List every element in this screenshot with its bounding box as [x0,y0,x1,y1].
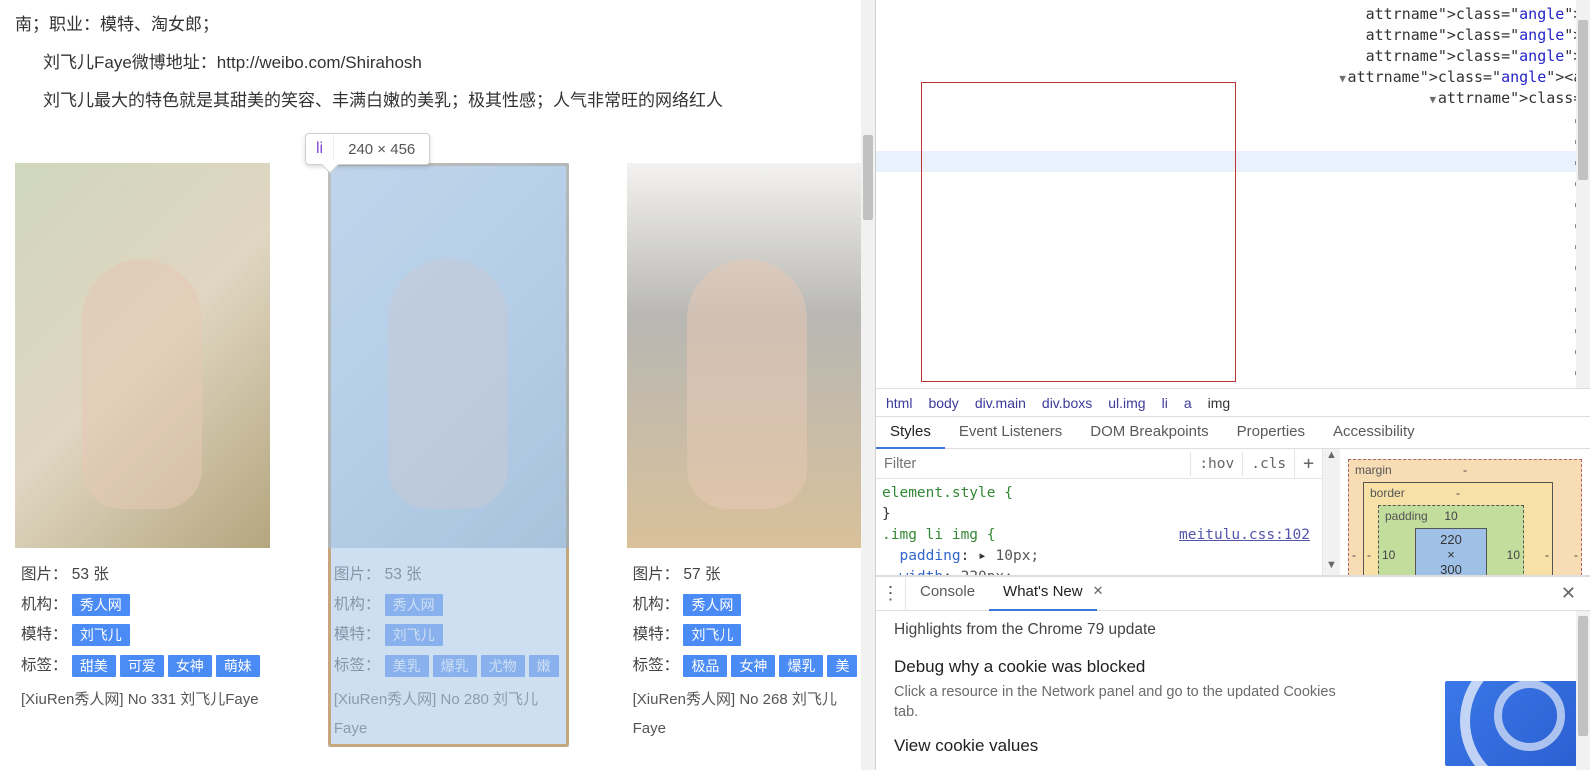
whats-new-heading[interactable]: Debug why a cookie was blocked [894,657,1572,677]
dom-node[interactable]: ▸attrname">class="angle"><attrname">clas… [876,193,1590,214]
topic-tag[interactable]: 尤物 [481,655,525,677]
box-model-content: 220 × 300 [1415,528,1487,575]
gallery-card[interactable]: 图片： 53 张机构： 秀人网模特： 刘飞儿标签： 美乳爆乳尤物嫩[XiuRen… [328,163,569,747]
tab-accessibility[interactable]: Accessibility [1319,417,1429,448]
dom-node[interactable]: ▸attrname">class="angle"><attrname">clas… [876,214,1590,235]
breadcrumb-item[interactable]: img [1208,395,1231,411]
dom-node[interactable]: ▼attrname">class="angle"><attrname">clas… [876,67,1590,88]
dom-node[interactable]: ▼attrname">class="angle"><attrname">clas… [876,88,1590,109]
dom-node[interactable]: attrname">class="angle"><attrname">class… [876,46,1590,67]
close-tab-icon[interactable]: ✕ [1089,577,1108,610]
box-model[interactable]: margin - - - border - - - padding 10 10 … [1340,449,1590,575]
dom-node[interactable]: ▸attrname">class="angle"><attrname">clas… [876,109,1590,130]
topic-tag[interactable]: 萌妹 [216,655,260,677]
topic-tag[interactable]: 可爱 [120,655,164,677]
org-tag[interactable]: 秀人网 [72,594,130,616]
drawer-menu-icon[interactable]: ⋮ [876,577,906,610]
source-link[interactable]: meitulu.css:102 [1179,525,1316,546]
org-tag[interactable]: 秀人网 [385,594,443,616]
close-drawer-icon[interactable]: ✕ [1547,577,1590,610]
tooltip-dims: 240 × 456 [334,135,429,164]
topic-tag[interactable]: 爆乳 [433,655,477,677]
breadcrumb-item[interactable]: ul.img [1108,395,1145,411]
topic-tag[interactable]: 甜美 [72,655,116,677]
tab-dom-breakpoints[interactable]: DOM Breakpoints [1076,417,1222,448]
breadcrumb-item[interactable]: div.boxs [1042,395,1092,411]
topic-tag[interactable]: 嫩 [529,655,559,677]
hov-toggle[interactable]: :hov [1190,452,1242,476]
styles-rules[interactable]: element.style { } .img li img {meitulu.c… [876,479,1322,575]
breadcrumb-item[interactable]: li [1162,395,1168,411]
page-scrollbar[interactable] [861,0,875,770]
breadcrumb-item[interactable]: div.main [975,395,1026,411]
whats-new-illustration [1445,681,1580,766]
topic-tag[interactable]: 美 [827,655,857,677]
dom-node[interactable]: ▸attrname">class="angle"><attrname">clas… [876,382,1590,388]
breadcrumb[interactable]: html body div.main div.boxs ul.img liaimg [876,388,1590,416]
styles-filter-input[interactable] [876,450,1190,478]
devtools-panel: attrname">class="angle"><attrname">class… [875,0,1590,770]
styles-tabs[interactable]: StylesEvent ListenersDOM BreakpointsProp… [876,416,1590,449]
bio-line-3: 刘飞儿最大的特色就是其甜美的笑容、丰满白嫩的美乳；极其性感；人气非常旺的网络红人 [15,84,860,118]
gallery: li 240 × 456 图片： 53 张机构： 秀人网模特： 刘飞儿标签： 甜… [15,163,860,747]
whats-new-text: Click a resource in the Network panel an… [894,683,1354,722]
whats-new-headline: Highlights from the Chrome 79 update [894,621,1572,639]
topic-tag[interactable]: 极品 [683,655,727,677]
model-tag[interactable]: 刘飞儿 [385,624,443,646]
dom-node[interactable]: ▸attrname">class="angle"><attrname">clas… [876,235,1590,256]
breadcrumb-item[interactable]: body [928,395,958,411]
tab-styles[interactable]: Styles [876,417,945,449]
gallery-card[interactable]: 图片： 57 张机构： 秀人网模特： 刘飞儿标签： 极品女神爆乳美[XiuRen… [627,163,868,747]
gallery-thumb[interactable] [328,163,569,548]
dom-node[interactable]: ▸attrname">class="angle"><attrname">clas… [876,319,1590,340]
topic-tag[interactable]: 爆乳 [779,655,823,677]
tab-event-listeners[interactable]: Event Listeners [945,417,1076,448]
cls-toggle[interactable]: .cls [1242,452,1294,476]
breadcrumb-item[interactable]: html [886,395,912,411]
elements-panel[interactable]: attrname">class="angle"><attrname">class… [876,0,1590,388]
dom-node[interactable]: ▸attrname">class="angle"><attrname">clas… [876,340,1590,361]
gallery-thumb[interactable] [627,163,868,548]
dom-node[interactable]: ▸attrname">class="angle"><attrname">clas… [876,277,1590,298]
tab-console[interactable]: Console [906,577,989,610]
card-caption[interactable]: [XiuRen秀人网] No 331 刘飞儿Faye [21,685,264,714]
dom-node[interactable]: ▸attrname">class="angle"><attrname">clas… [876,151,1590,172]
page-content: 南；职业：模特、淘女郎； 刘飞儿Faye微博地址：http://weibo.co… [0,0,875,770]
dom-node[interactable]: attrname">class="angle"><attrname">class… [876,4,1590,25]
topic-tag[interactable]: 女神 [168,655,212,677]
tab-properties[interactable]: Properties [1223,417,1319,448]
gallery-thumb[interactable] [15,163,270,548]
dom-node[interactable]: ▸attrname">class="angle"><attrname">clas… [876,130,1590,151]
console-drawer-tabs[interactable]: ⋮ Console What's New ✕ ✕ [876,576,1590,611]
breadcrumb-item[interactable]: a [1184,395,1192,411]
drawer-scrollbar[interactable] [1576,611,1590,770]
gallery-card[interactable]: 图片： 53 张机构： 秀人网模特： 刘飞儿标签： 甜美可爱女神萌妹[XiuRe… [15,163,270,747]
dom-node[interactable]: ▸attrname">class="angle"><attrname">clas… [876,172,1590,193]
card-caption[interactable]: [XiuRen秀人网] No 268 刘飞儿Faye [633,685,862,744]
topic-tag[interactable]: 美乳 [385,655,429,677]
inspector-tooltip: li 240 × 456 [305,133,430,165]
topic-tag[interactable]: 女神 [731,655,775,677]
card-caption[interactable]: [XiuRen秀人网] No 280 刘飞儿Faye [334,685,563,744]
dom-node[interactable]: ▸attrname">class="angle"><attrname">clas… [876,256,1590,277]
dom-node[interactable]: ▸attrname">class="angle"><attrname">clas… [876,361,1590,382]
org-tag[interactable]: 秀人网 [683,594,741,616]
bio-line-2[interactable]: 刘飞儿Faye微博地址：http://weibo.com/Shirahosh [15,46,860,80]
tab-whats-new[interactable]: What's New [989,577,1097,611]
elements-scrollbar[interactable] [1576,0,1590,388]
add-rule-button[interactable]: + [1294,449,1322,478]
whats-new-panel: Highlights from the Chrome 79 update Deb… [876,611,1590,770]
model-tag[interactable]: 刘飞儿 [72,624,130,646]
dom-node[interactable]: attrname">class="angle"><attrname">class… [876,25,1590,46]
dom-node[interactable]: ▸attrname">class="angle"><attrname">clas… [876,298,1590,319]
styles-panel[interactable]: :hov .cls + element.style { } .img li im… [876,449,1590,576]
model-tag[interactable]: 刘飞儿 [683,624,741,646]
bio-line-1: 南；职业：模特、淘女郎； [15,8,860,42]
styles-scrollbar[interactable]: ▲▼ [1322,449,1340,575]
